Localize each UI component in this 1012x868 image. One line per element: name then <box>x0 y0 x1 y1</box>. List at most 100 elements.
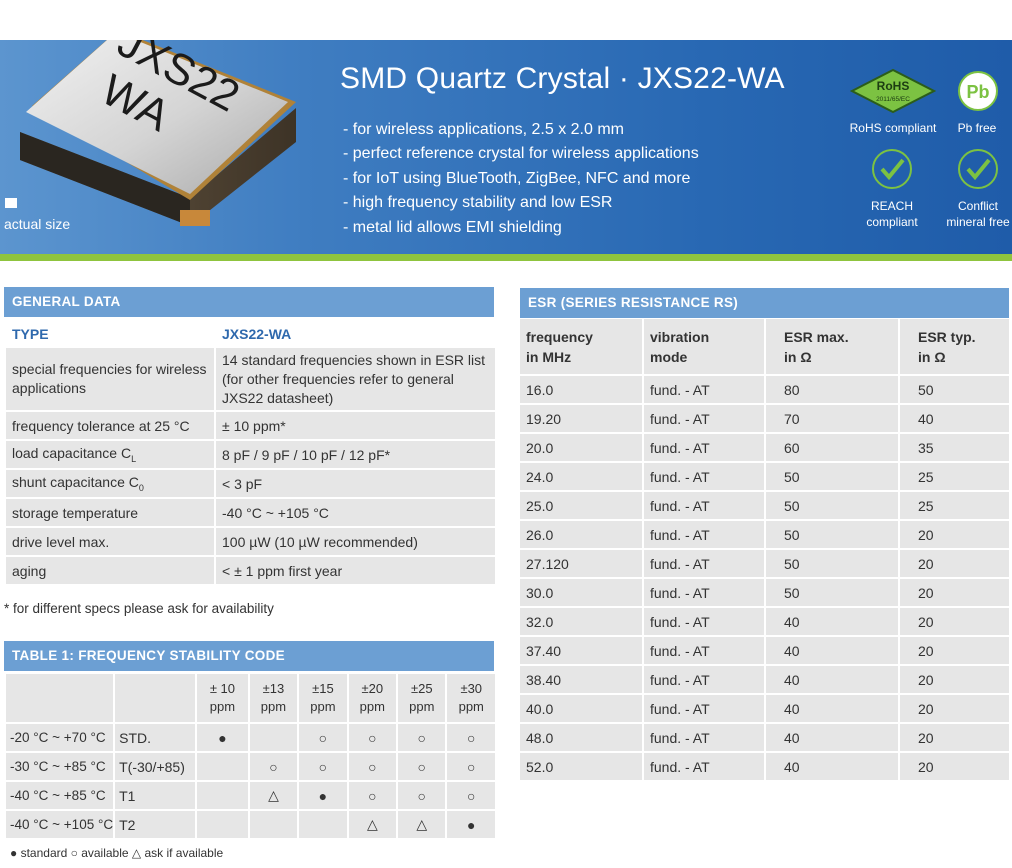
stability-code: T1 <box>115 782 196 809</box>
stability-column-header: ±30 ppm <box>447 674 495 722</box>
availability-cell: ○ <box>398 782 446 809</box>
esr-frequency: 16.0 <box>520 376 642 403</box>
table-row: storage temperature -40 °C ~ +105 °C <box>6 499 495 526</box>
spec-value: ± 10 ppm* <box>216 412 495 439</box>
esr-mode: fund. - AT <box>644 550 764 577</box>
esr-header-row: frequency in MHz vibration mode ESR max. in… <box>520 319 1009 374</box>
esr-frequency: 32.0 <box>520 608 642 635</box>
esr-column-header: frequency in MHz <box>520 319 642 374</box>
availability-cell <box>249 811 298 838</box>
esr-frequency: 38.40 <box>520 666 642 693</box>
esr-mode: fund. - AT <box>644 521 764 548</box>
esr-max: 50 <box>766 579 898 606</box>
svg-text:RoHS: RoHS <box>877 79 910 93</box>
esr-mode: fund. - AT <box>644 637 764 664</box>
general-data-heading: GENERAL DATA <box>4 287 494 317</box>
esr-max: 50 <box>766 463 898 490</box>
availability-cell: ○ <box>249 753 298 780</box>
table-row: 19.20 fund. - AT 70 40 <box>520 405 1009 432</box>
esr-mode: fund. - AT <box>644 463 764 490</box>
availability-cell: ● <box>299 782 347 809</box>
esr-max: 40 <box>766 724 898 751</box>
esr-typ: 20 <box>900 521 1009 548</box>
availability-cell <box>197 782 248 809</box>
svg-text:2011/65/EC: 2011/65/EC <box>876 96 910 103</box>
conflict-mineral-label: Conflict mineral free <box>946 199 1010 229</box>
esr-mode: fund. - AT <box>644 695 764 722</box>
esr-table: frequency in MHz vibration mode ESR max. in… <box>518 317 1011 782</box>
spec-key: aging <box>6 557 214 584</box>
availability-cell: ○ <box>348 724 397 751</box>
table-row: -20 °C ~ +70 °C STD. ● ○ ○ ○ ○ <box>6 724 495 751</box>
table-row: 40.0 fund. - AT 40 20 <box>520 695 1009 722</box>
feature-list: - for wireless applications, 2.5 x 2.0 m… <box>343 118 699 240</box>
availability-cell: ○ <box>447 782 495 809</box>
general-data-table: TYPE JXS22-WA special frequencies for wi… <box>4 320 497 586</box>
esr-mode: fund. - AT <box>644 434 764 461</box>
stability-code: T2 <box>115 811 196 838</box>
table-row: frequency tolerance at 25 °C ± 10 ppm* <box>6 412 495 439</box>
temp-range: -20 °C ~ +70 °C <box>6 724 114 751</box>
esr-max: 40 <box>766 695 898 722</box>
esr-mode: fund. - AT <box>644 405 764 432</box>
esr-max: 50 <box>766 492 898 519</box>
spec-key: special frequencies for wireless applica… <box>6 348 214 410</box>
table-row: 32.0 fund. - AT 40 20 <box>520 608 1009 635</box>
feature-item: - for wireless applications, 2.5 x 2.0 m… <box>343 121 624 138</box>
esr-column-header: ESR typ. in Ω <box>900 319 1009 374</box>
stability-column-header: ±25 ppm <box>398 674 446 722</box>
product-banner: JXS22 WA actual size SMD Quartz Crystal … <box>0 40 1012 254</box>
esr-frequency: 20.0 <box>520 434 642 461</box>
availability-cell <box>299 811 347 838</box>
stability-heading: TABLE 1: FREQUENCY STABILITY CODE <box>4 641 494 671</box>
rohs-label: RoHS compliant <box>849 121 937 135</box>
esr-typ: 20 <box>900 550 1009 577</box>
temp-range: -40 °C ~ +105 °C <box>6 811 114 838</box>
esr-frequency: 48.0 <box>520 724 642 751</box>
esr-column-header: vibration mode <box>644 319 764 374</box>
availability-cell: ○ <box>299 724 347 751</box>
availability-cell: ○ <box>398 724 446 751</box>
esr-frequency: 30.0 <box>520 579 642 606</box>
esr-max: 60 <box>766 434 898 461</box>
availability-cell: ● <box>447 811 495 838</box>
banner-accent-stripe <box>0 254 1012 261</box>
conflict-mineral-check-icon <box>958 149 998 189</box>
esr-heading: ESR (SERIES RESISTANCE RS) <box>520 288 1009 318</box>
esr-frequency: 26.0 <box>520 521 642 548</box>
table-row: 26.0 fund. - AT 50 20 <box>520 521 1009 548</box>
stability-column-header: ±13 ppm <box>249 674 298 722</box>
esr-mode: fund. - AT <box>644 753 764 780</box>
spec-key: load capacitance CL <box>6 441 214 468</box>
type-label: TYPE <box>6 322 214 346</box>
reach-check-icon <box>872 149 912 189</box>
availability-cell <box>197 811 248 838</box>
esr-mode: fund. - AT <box>644 492 764 519</box>
table-row: 48.0 fund. - AT 40 20 <box>520 724 1009 751</box>
actual-size-label: actual size <box>4 216 71 232</box>
spec-value: < ± 1 ppm first year <box>216 557 495 584</box>
spec-key: frequency tolerance at 25 °C <box>6 412 214 439</box>
esr-frequency: 52.0 <box>520 753 642 780</box>
stability-code: STD. <box>115 724 196 751</box>
availability-cell: ● <box>197 724 248 751</box>
stability-column-header: ±20 ppm <box>348 674 397 722</box>
pb-free-icon: Pb <box>958 71 998 111</box>
empty-header-cell <box>115 674 196 722</box>
esr-max: 40 <box>766 608 898 635</box>
esr-typ: 20 <box>900 695 1009 722</box>
availability-cell: △ <box>249 782 298 809</box>
temp-range: -30 °C ~ +85 °C <box>6 753 114 780</box>
spec-value: 8 pF / 9 pF / 10 pF / 12 pF* <box>216 441 495 468</box>
spec-value: 100 µW (10 µW recommended) <box>216 528 495 555</box>
empty-header-cell <box>6 674 114 722</box>
availability-cell: ○ <box>447 724 495 751</box>
esr-max: 40 <box>766 753 898 780</box>
table-row: 16.0 fund. - AT 80 50 <box>520 376 1009 403</box>
availability-cell: △ <box>348 811 397 838</box>
reach-label: REACH compliant <box>866 199 918 229</box>
esr-max: 80 <box>766 376 898 403</box>
esr-frequency: 27.120 <box>520 550 642 577</box>
spec-key: drive level max. <box>6 528 214 555</box>
esr-frequency: 19.20 <box>520 405 642 432</box>
